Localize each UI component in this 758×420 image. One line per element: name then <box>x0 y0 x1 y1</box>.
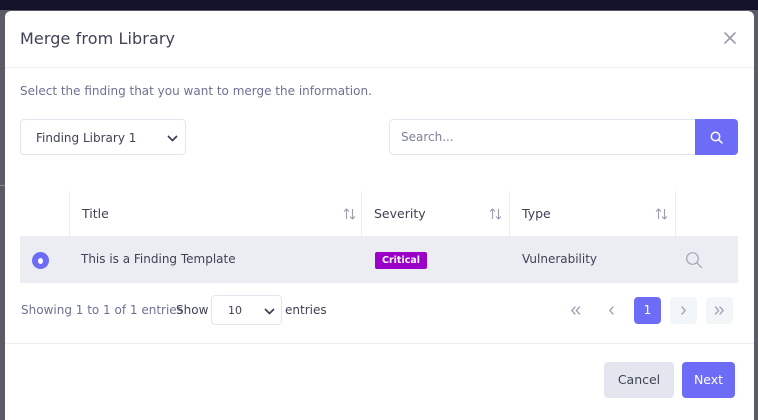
search-group <box>389 119 738 155</box>
chevron-left-icon <box>609 306 614 315</box>
search-icon[interactable] <box>685 251 703 269</box>
merge-library-modal: Merge from Library Select the finding th… <box>5 11 754 420</box>
chevron-right-icon <box>681 306 686 315</box>
search-icon <box>710 131 723 144</box>
row-type: Vulnerability <box>522 252 598 266</box>
pagination-first-button[interactable] <box>562 297 589 324</box>
column-title[interactable]: Title <box>69 191 361 237</box>
search-input[interactable] <box>389 119 695 155</box>
next-button[interactable]: Next <box>682 362 735 398</box>
column-actions <box>675 191 738 237</box>
entries-info: Showing 1 to 1 of 1 entries <box>21 303 183 317</box>
modal-title: Merge from Library <box>20 29 176 48</box>
pagination-last-button[interactable] <box>706 297 733 324</box>
column-type[interactable]: Type <box>509 191 675 237</box>
close-button[interactable] <box>722 30 738 46</box>
row-title: This is a Finding Template <box>81 252 236 266</box>
library-select-value: Finding Library 1 <box>36 131 137 145</box>
row-select-radio[interactable] <box>32 252 49 269</box>
chevron-down-icon <box>167 135 178 142</box>
column-severity[interactable]: Severity <box>361 191 509 237</box>
chevron-down-icon <box>264 308 275 315</box>
pagination-next-button[interactable] <box>670 297 697 324</box>
page-size-value: 10 <box>228 304 242 317</box>
show-label: Show <box>176 303 209 317</box>
pagination-page-button[interactable]: 1 <box>634 297 661 324</box>
column-severity-label: Severity <box>374 206 426 221</box>
double-chevron-right-icon <box>714 306 724 315</box>
column-type-label: Type <box>522 206 551 221</box>
modal-header: Merge from Library <box>5 11 754 68</box>
column-title-label: Title <box>82 206 109 221</box>
app-topbar <box>0 0 758 10</box>
double-chevron-left-icon <box>571 306 581 315</box>
sort-icon <box>343 208 356 220</box>
sort-icon <box>489 208 502 220</box>
modal-footer-divider <box>5 343 754 344</box>
instruction-text: Select the finding that you want to merg… <box>20 84 372 98</box>
severity-badge: Critical <box>375 252 428 269</box>
library-select[interactable]: Finding Library 1 <box>20 119 186 155</box>
findings-table: Title Severity Type This is a Finding Te… <box>20 191 738 283</box>
entries-label: entries <box>285 303 327 317</box>
close-icon <box>724 32 736 44</box>
table-row[interactable]: This is a Finding Template Critical Vuln… <box>20 237 738 283</box>
pagination-prev-button[interactable] <box>598 297 625 324</box>
table-header: Title Severity Type <box>20 191 738 237</box>
search-button[interactable] <box>695 119 738 155</box>
cancel-button[interactable]: Cancel <box>604 362 674 398</box>
sort-icon <box>655 208 668 220</box>
page-size-select[interactable]: 10 <box>211 295 282 325</box>
